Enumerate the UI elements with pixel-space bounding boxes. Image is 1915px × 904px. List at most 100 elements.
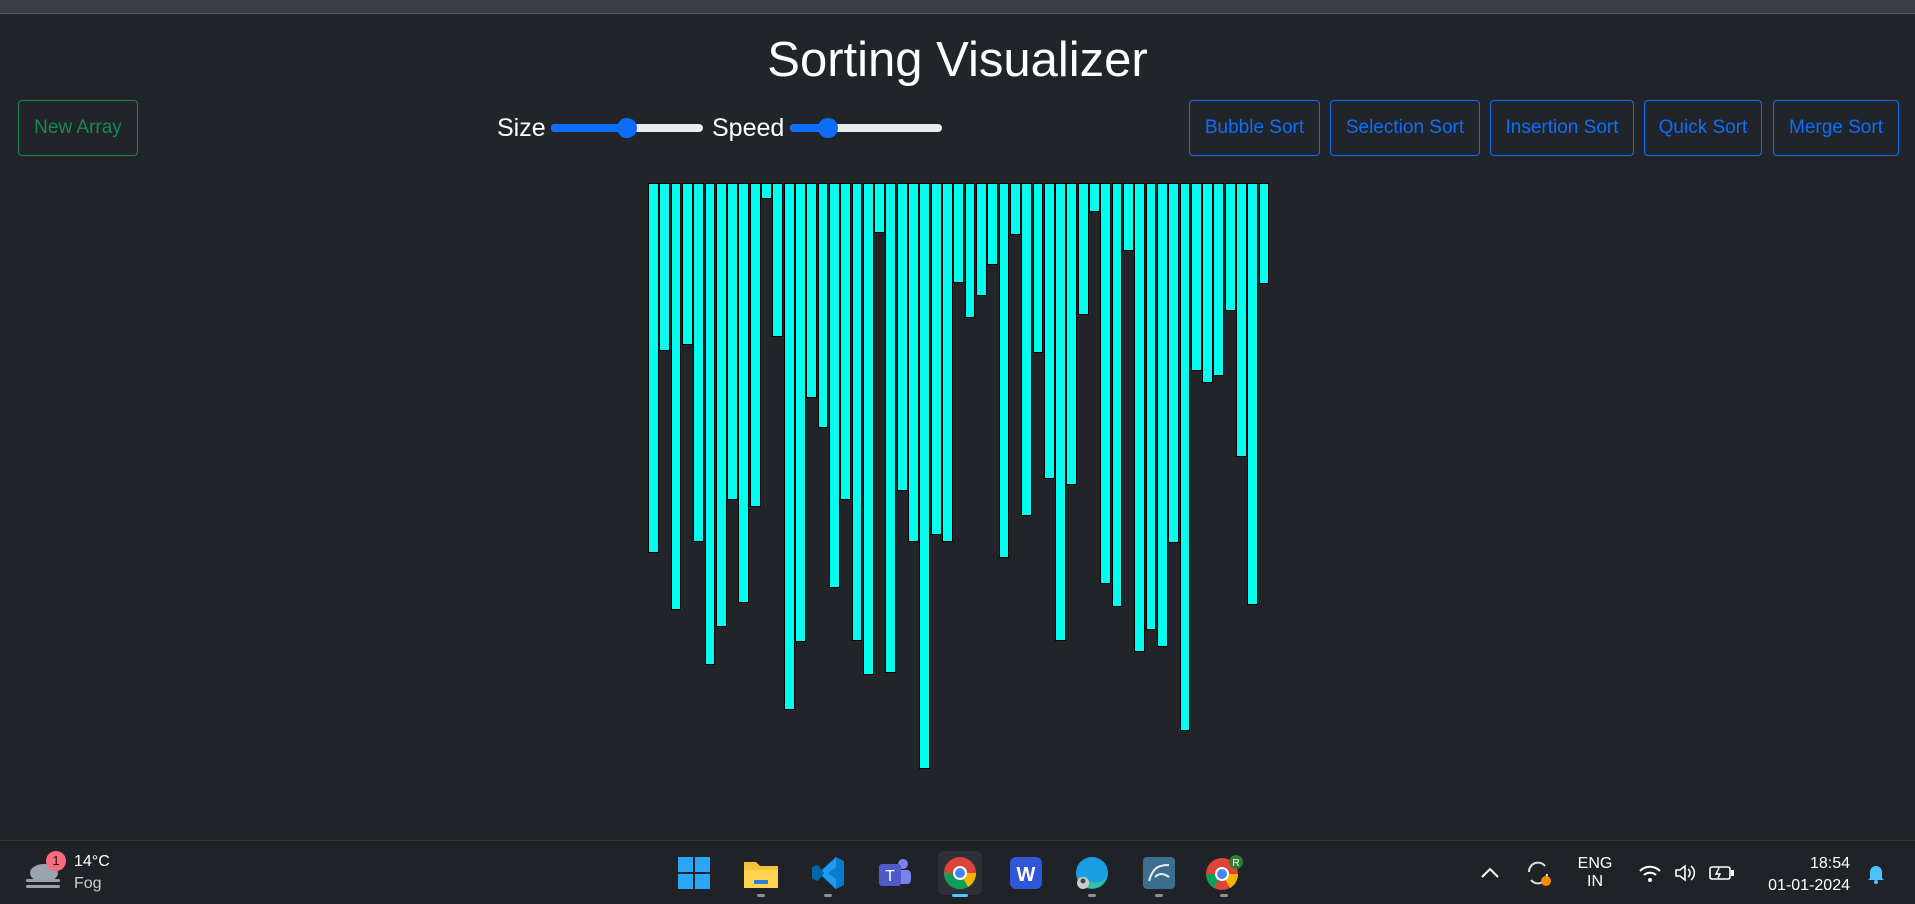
clock-time: 18:54 — [1809, 855, 1850, 872]
speed-slider-thumb[interactable] — [818, 118, 838, 138]
browser-top-strip — [0, 0, 1915, 14]
new-array-button[interactable]: New Array — [18, 100, 138, 156]
language-indicator[interactable]: ENG IN — [1570, 855, 1620, 891]
array-bar — [1145, 183, 1157, 630]
array-bar — [670, 183, 682, 610]
file-explorer-icon[interactable] — [739, 851, 783, 897]
running-indicator — [824, 894, 832, 897]
chrome-icon[interactable] — [938, 851, 982, 897]
wps-logo-icon: W — [1010, 857, 1042, 889]
chrome-profile-icon[interactable]: R — [1202, 851, 1246, 897]
array-bar — [817, 183, 829, 428]
weather-condition: Fog — [74, 875, 102, 892]
array-bar — [953, 183, 965, 283]
array-bar — [975, 183, 987, 296]
weather-badge: 1 — [46, 851, 66, 871]
teams-icon[interactable]: T — [872, 851, 916, 895]
language-code: ENG — [1577, 855, 1613, 872]
chevron-up-icon[interactable] — [1468, 851, 1512, 895]
array-bar — [851, 183, 863, 641]
taskbar: 1 14°C Fog T W R ENG IN 18:54 01-01-2024 — [0, 840, 1915, 904]
edge-icon[interactable] — [1070, 851, 1114, 897]
mysql-logo-icon — [1143, 857, 1175, 889]
array-bar — [1021, 183, 1032, 516]
array-bar — [1077, 183, 1089, 315]
vscode-logo-icon — [812, 857, 844, 889]
array-bar — [772, 183, 784, 337]
array-bar — [1179, 183, 1191, 731]
size-slider-fill — [551, 124, 627, 132]
array-bar — [1066, 183, 1078, 485]
array-bar — [896, 183, 908, 491]
volume-icon[interactable] — [1666, 851, 1706, 895]
svg-text:T: T — [885, 868, 895, 885]
chrome-logo-icon — [943, 857, 977, 890]
merge-sort-button[interactable]: Merge Sort — [1773, 100, 1899, 156]
edge-logo-icon — [1076, 857, 1108, 889]
page-title: Sorting Visualizer — [767, 33, 1148, 87]
array-bar — [964, 183, 976, 318]
speed-slider[interactable] — [790, 118, 942, 138]
array-bar — [1213, 183, 1225, 376]
array-bar — [1043, 183, 1055, 479]
size-label: Size — [497, 114, 546, 142]
weather-temp: 14°C — [74, 853, 110, 870]
clock[interactable]: 18:54 01-01-2024 — [1754, 853, 1850, 897]
array-bars — [648, 183, 1270, 773]
array-bar — [919, 183, 931, 769]
array-bar — [693, 183, 705, 542]
teams-logo-icon: T — [879, 859, 911, 886]
clock-date: 01-01-2024 — [1768, 877, 1850, 894]
array-bar — [1100, 183, 1112, 584]
running-indicator — [1088, 894, 1096, 897]
array-bar — [704, 183, 716, 665]
svg-text:W: W — [1017, 864, 1036, 886]
array-bar — [874, 183, 885, 233]
mysql-workbench-icon[interactable] — [1137, 851, 1181, 897]
bell-icon[interactable] — [1856, 851, 1896, 895]
array-bar — [1122, 183, 1134, 251]
array-bar — [1156, 183, 1168, 647]
weather-widget[interactable]: 1 14°C Fog — [24, 851, 134, 895]
quick-sort-button[interactable]: Quick Sort — [1644, 100, 1762, 156]
array-bar — [987, 183, 999, 265]
array-bar — [795, 183, 806, 642]
svg-text:R: R — [1232, 858, 1239, 869]
windows-logo-icon — [678, 857, 710, 889]
size-slider[interactable] — [551, 118, 703, 138]
array-bar — [727, 183, 738, 500]
sync-icon[interactable] — [1516, 851, 1560, 895]
running-indicator — [1220, 894, 1228, 897]
running-indicator — [757, 894, 765, 897]
array-bar — [942, 183, 953, 542]
array-bar — [828, 183, 840, 588]
array-bar — [908, 183, 919, 542]
insertion-sort-button[interactable]: Insertion Sort — [1490, 100, 1634, 156]
array-bar — [1055, 183, 1066, 641]
array-bar — [761, 183, 772, 199]
array-bar — [1134, 183, 1146, 652]
wifi-icon[interactable] — [1630, 851, 1670, 895]
array-bar — [998, 183, 1010, 558]
array-bar — [783, 183, 795, 710]
array-bar — [738, 183, 750, 603]
folder-icon — [744, 862, 778, 888]
wps-office-icon[interactable]: W — [1004, 851, 1048, 895]
array-bar — [681, 183, 693, 345]
array-bar — [930, 183, 942, 535]
start-icon[interactable] — [672, 851, 716, 895]
battery-icon[interactable] — [1702, 851, 1742, 895]
array-bar — [659, 183, 671, 351]
speed-label: Speed — [712, 114, 785, 142]
size-slider-thumb[interactable] — [617, 118, 637, 138]
array-bar — [862, 183, 874, 675]
chrome-logo-icon: R — [1205, 855, 1243, 890]
bubble-sort-button[interactable]: Bubble Sort — [1189, 100, 1320, 156]
vscode-icon[interactable] — [806, 851, 850, 897]
array-bar — [1032, 183, 1044, 353]
selection-sort-button[interactable]: Selection Sort — [1330, 100, 1480, 156]
array-bar — [806, 183, 818, 398]
array-bar — [1224, 183, 1236, 311]
array-bar — [715, 183, 727, 627]
array-bar — [1202, 183, 1213, 383]
